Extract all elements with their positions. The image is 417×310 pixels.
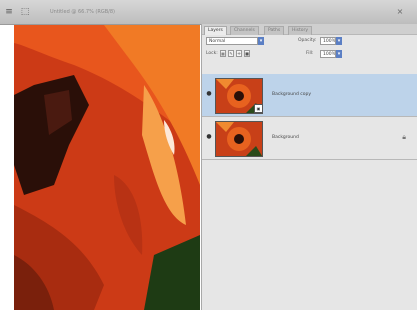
layers-panel: Layers Channels Paths History Normal ▾ O… (201, 24, 417, 310)
blend-mode-dropdown-icon[interactable]: ▾ (258, 37, 264, 45)
layer-thumbnail (215, 121, 263, 157)
visibility-eye-icon[interactable]: ● (205, 90, 213, 98)
tab-paths[interactable]: Paths (264, 26, 285, 35)
layer-lock-icon: 🔒︎ (402, 133, 406, 141)
lock-transparency-icon[interactable]: ▦ (220, 50, 226, 57)
layer-row-background-copy[interactable]: ● ▣ Background copy (202, 74, 417, 117)
document-title: Untitled @ 66.7% (RGB/8) (50, 9, 115, 15)
opacity-dropdown-icon[interactable]: ▾ (336, 37, 342, 45)
poppy-photo (14, 25, 200, 310)
lock-position-icon[interactable]: ✛ (236, 50, 242, 57)
image-canvas[interactable] (14, 25, 200, 310)
visibility-eye-icon[interactable]: ● (205, 133, 213, 141)
opacity-input[interactable]: 100% (320, 37, 336, 45)
lock-all-icon[interactable]: ■ (244, 50, 250, 57)
fill-dropdown-icon[interactable]: ▾ (336, 50, 342, 58)
fill-input[interactable]: 100% (320, 50, 336, 58)
blend-mode-select[interactable]: Normal (206, 37, 258, 45)
layer-row-background[interactable]: ● Background 🔒︎ (202, 117, 417, 160)
tab-layers[interactable]: Layers (204, 26, 227, 35)
tab-history[interactable]: History (288, 26, 313, 35)
lock-label: Lock: (206, 51, 218, 56)
layer-name[interactable]: Background (272, 135, 299, 140)
lock-pixels-icon[interactable]: ✎ (228, 50, 234, 57)
panel-tabs: Layers Channels Paths History (202, 24, 417, 35)
layer-name[interactable]: Background copy (272, 92, 311, 97)
select-icon[interactable]: ⬚ (18, 6, 32, 18)
smart-object-badge-icon: ▣ (254, 104, 263, 113)
opacity-label: Opacity: (298, 38, 317, 43)
tab-channels[interactable]: Channels (230, 26, 259, 35)
menu-icon[interactable]: ≡ (2, 6, 16, 18)
close-button[interactable]: × (395, 7, 405, 17)
lock-row: Lock: ▦ ✎ ✛ ■ Fill: 100% ▾ (202, 48, 417, 60)
title-bar: ≡ ⬚ Untitled @ 66.7% (RGB/8) × (0, 0, 417, 25)
fill-label: Fill: (306, 51, 314, 56)
blend-row: Normal ▾ Opacity: 100% ▾ (202, 35, 417, 47)
